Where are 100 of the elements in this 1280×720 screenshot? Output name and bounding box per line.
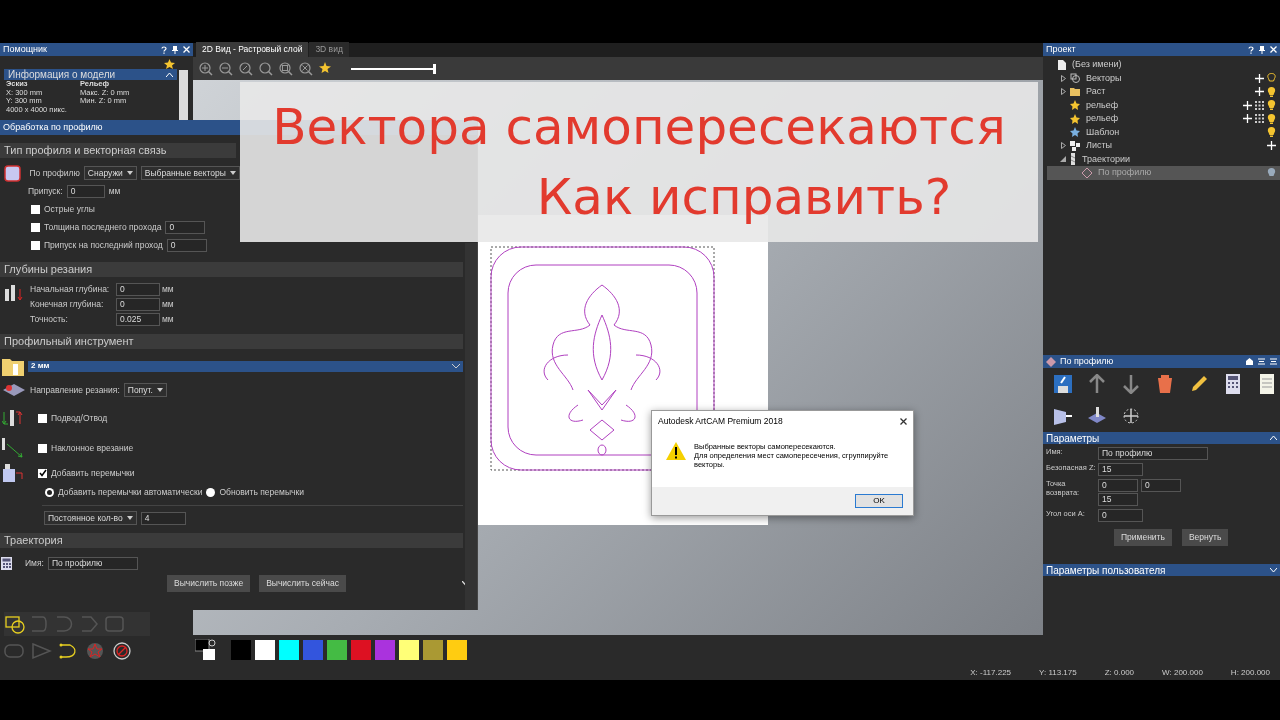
plus-icon[interactable] xyxy=(1255,73,1264,83)
color-swatch[interactable] xyxy=(447,640,467,660)
close-icon[interactable] xyxy=(900,417,907,425)
grid-icon[interactable] xyxy=(1255,100,1264,110)
checkbox[interactable] xyxy=(31,222,40,232)
bulb-icon[interactable] xyxy=(1267,113,1276,124)
zoom-fit-icon[interactable] xyxy=(279,61,293,76)
profile-shape-icon[interactable] xyxy=(4,164,21,182)
action-button[interactable]: Вернуть xyxy=(1181,529,1229,546)
tool-folder-icon[interactable] xyxy=(2,356,24,376)
collapse-icon[interactable] xyxy=(1270,436,1277,440)
maximize-icon[interactable] xyxy=(1270,358,1277,365)
up-arrow-icon[interactable] xyxy=(1087,374,1107,394)
tool-select[interactable]: 2 мм xyxy=(28,360,463,372)
collapsed-arrow-icon[interactable] xyxy=(1060,74,1066,82)
tree-item[interactable]: Векторы xyxy=(1047,71,1280,85)
view-tab[interactable]: 2D Вид - Растровый слой xyxy=(196,42,309,57)
expand-icon[interactable] xyxy=(1270,568,1277,572)
tree-item[interactable]: рельеф xyxy=(1047,112,1280,126)
section-header[interactable]: Информация о модели xyxy=(4,69,177,80)
input-field[interactable]: 15 xyxy=(1098,493,1138,506)
dropdown[interactable]: Снаружи xyxy=(83,166,137,180)
section-header[interactable]: Траектория xyxy=(0,533,463,548)
color-swatch[interactable] xyxy=(303,640,323,660)
color-swatch-icon[interactable] xyxy=(195,639,217,661)
input-field[interactable]: По профилю xyxy=(1098,447,1208,460)
collapsed-arrow-icon[interactable] xyxy=(1060,88,1066,96)
scrollbar[interactable] xyxy=(465,243,477,610)
zoom-icon[interactable] xyxy=(259,61,273,76)
dropdown[interactable]: Постоянное кол-во xyxy=(44,511,137,525)
input-field[interactable]: 0.025 xyxy=(116,313,160,326)
zoom-slider[interactable] xyxy=(351,63,436,74)
plus-icon[interactable] xyxy=(1255,87,1264,97)
color-swatch[interactable] xyxy=(423,640,443,660)
down-arrow-icon[interactable] xyxy=(1121,374,1141,394)
ok-button[interactable]: OK xyxy=(855,494,903,508)
tree-item[interactable]: Листы xyxy=(1047,139,1280,153)
zoom-in-icon[interactable] xyxy=(199,61,213,76)
checkbox[interactable] xyxy=(31,204,40,214)
checkbox[interactable] xyxy=(38,413,47,423)
rectangle-circle-icon[interactable] xyxy=(4,613,25,634)
grid-icon[interactable] xyxy=(1255,114,1264,124)
section-header[interactable]: Профильный инструмент xyxy=(0,334,463,349)
tool-block-icon[interactable] xyxy=(1087,406,1107,426)
calculator-icon[interactable] xyxy=(1223,374,1243,394)
action-button[interactable]: Вычислить позже xyxy=(167,575,251,592)
move-arrows-icon[interactable] xyxy=(1121,406,1141,426)
input-field[interactable]: 0 xyxy=(165,220,206,234)
collapsed-arrow-icon[interactable] xyxy=(1060,142,1066,150)
radio-button[interactable] xyxy=(206,487,216,497)
plus-icon[interactable] xyxy=(1243,100,1252,110)
pencil-icon[interactable] xyxy=(1189,374,1209,394)
simulation-icon[interactable] xyxy=(1053,406,1073,426)
input-field[interactable]: 0 xyxy=(66,184,105,198)
color-swatch[interactable] xyxy=(351,640,371,660)
star-icon[interactable] xyxy=(164,59,175,69)
checkbox[interactable] xyxy=(31,240,40,250)
section-header[interactable]: Глубины резания xyxy=(0,262,463,277)
help-icon[interactable] xyxy=(161,45,167,54)
input-field[interactable]: 0 xyxy=(166,238,207,252)
input-field[interactable]: 4 xyxy=(140,511,186,525)
collapse-icon[interactable] xyxy=(166,72,173,77)
input-field[interactable]: 0 xyxy=(116,283,160,296)
input-field[interactable]: По профилю xyxy=(47,556,138,570)
star-shape-icon[interactable] xyxy=(85,641,106,662)
zoom-out-icon[interactable] xyxy=(219,61,233,76)
pin-icon[interactable] xyxy=(1259,45,1265,54)
bulb-icon[interactable] xyxy=(1267,127,1276,138)
plus-icon[interactable] xyxy=(1267,141,1276,151)
zoom-all-icon[interactable] xyxy=(299,61,313,76)
scrollbar[interactable] xyxy=(179,70,188,120)
input-field[interactable]: 0 xyxy=(116,298,160,311)
color-swatch[interactable] xyxy=(255,640,275,660)
trash-bin-icon[interactable] xyxy=(1155,374,1175,394)
input-field[interactable]: 0 xyxy=(1098,479,1138,492)
tree-item[interactable]: (Без имени) xyxy=(1047,58,1280,72)
help-icon[interactable] xyxy=(1248,45,1254,54)
home-icon[interactable] xyxy=(1246,358,1253,365)
color-swatch[interactable] xyxy=(375,640,395,660)
tree-item[interactable]: Траектории xyxy=(1047,152,1280,166)
input-field[interactable]: 0 xyxy=(1141,479,1181,492)
action-button[interactable]: Вычислить сейчас xyxy=(259,575,346,592)
input-field[interactable]: 15 xyxy=(1098,463,1143,476)
tree-item[interactable]: Шаблон xyxy=(1047,125,1280,139)
dropdown[interactable]: Выбранные векторы xyxy=(140,166,240,180)
tree-item[interactable]: Раст xyxy=(1047,85,1280,99)
checkbox[interactable] xyxy=(38,468,47,478)
expanded-arrow-icon[interactable] xyxy=(1060,156,1066,163)
color-swatch[interactable] xyxy=(327,640,347,660)
action-button[interactable]: Применить xyxy=(1114,529,1172,546)
section-header[interactable]: Тип профиля и векторная связь xyxy=(0,143,236,158)
dropdown[interactable]: Попут. xyxy=(123,383,167,397)
checkbox[interactable] xyxy=(38,443,47,453)
bulb-icon[interactable] xyxy=(1267,86,1276,97)
view-tab[interactable]: 3D вид xyxy=(309,42,349,57)
bulb-icon[interactable] xyxy=(1267,73,1276,84)
tree-item[interactable]: рельеф xyxy=(1047,98,1280,112)
color-swatch[interactable] xyxy=(279,640,299,660)
zoom-previous-icon[interactable] xyxy=(239,61,253,76)
minimize-icon[interactable] xyxy=(1258,358,1265,365)
